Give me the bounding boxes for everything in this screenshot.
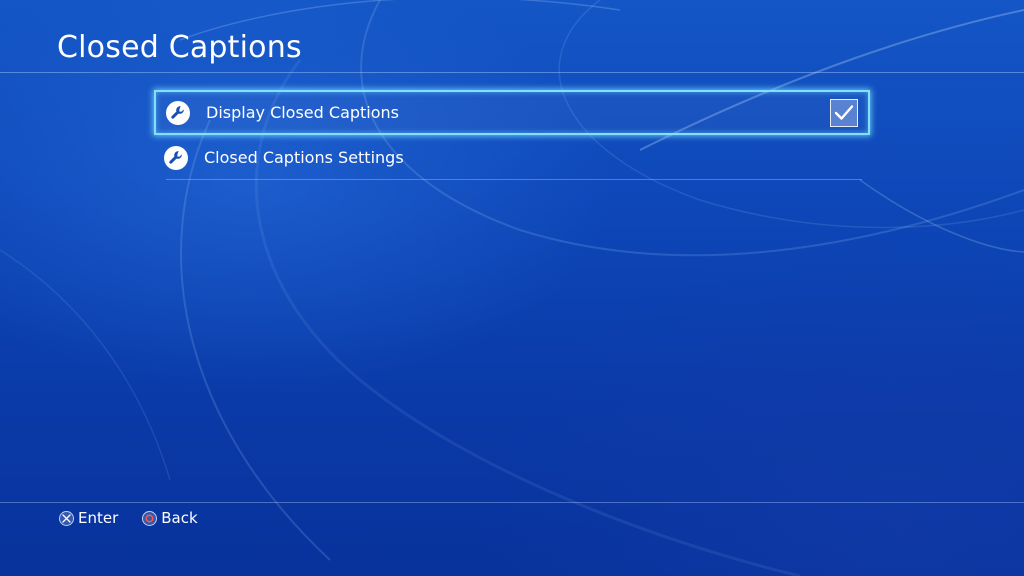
button-hints: Enter Back xyxy=(59,509,222,527)
settings-menu: Display Closed Captions Closed Captions … xyxy=(154,90,870,180)
enter-label: Enter xyxy=(78,509,119,527)
menu-item-closed-captions-settings[interactable]: Closed Captions Settings xyxy=(154,135,870,180)
enter-hint[interactable]: Enter xyxy=(59,509,118,527)
wrench-icon xyxy=(164,145,188,170)
item-divider xyxy=(166,179,862,180)
background-waves xyxy=(0,0,1024,576)
page-title: Closed Captions xyxy=(57,30,302,65)
footer-divider xyxy=(0,502,1024,503)
menu-item-display-closed-captions[interactable]: Display Closed Captions xyxy=(154,90,870,135)
back-label: Back xyxy=(161,509,198,527)
checkmark-icon xyxy=(834,105,854,120)
back-hint[interactable]: Back xyxy=(142,509,198,527)
circle-button-icon xyxy=(142,510,158,526)
cross-button-icon xyxy=(59,510,74,526)
title-divider xyxy=(0,72,1024,73)
menu-item-label: Closed Captions Settings xyxy=(204,148,404,167)
display-captions-checkbox[interactable] xyxy=(830,99,858,127)
menu-item-label: Display Closed Captions xyxy=(206,103,400,122)
wrench-icon xyxy=(166,100,190,125)
